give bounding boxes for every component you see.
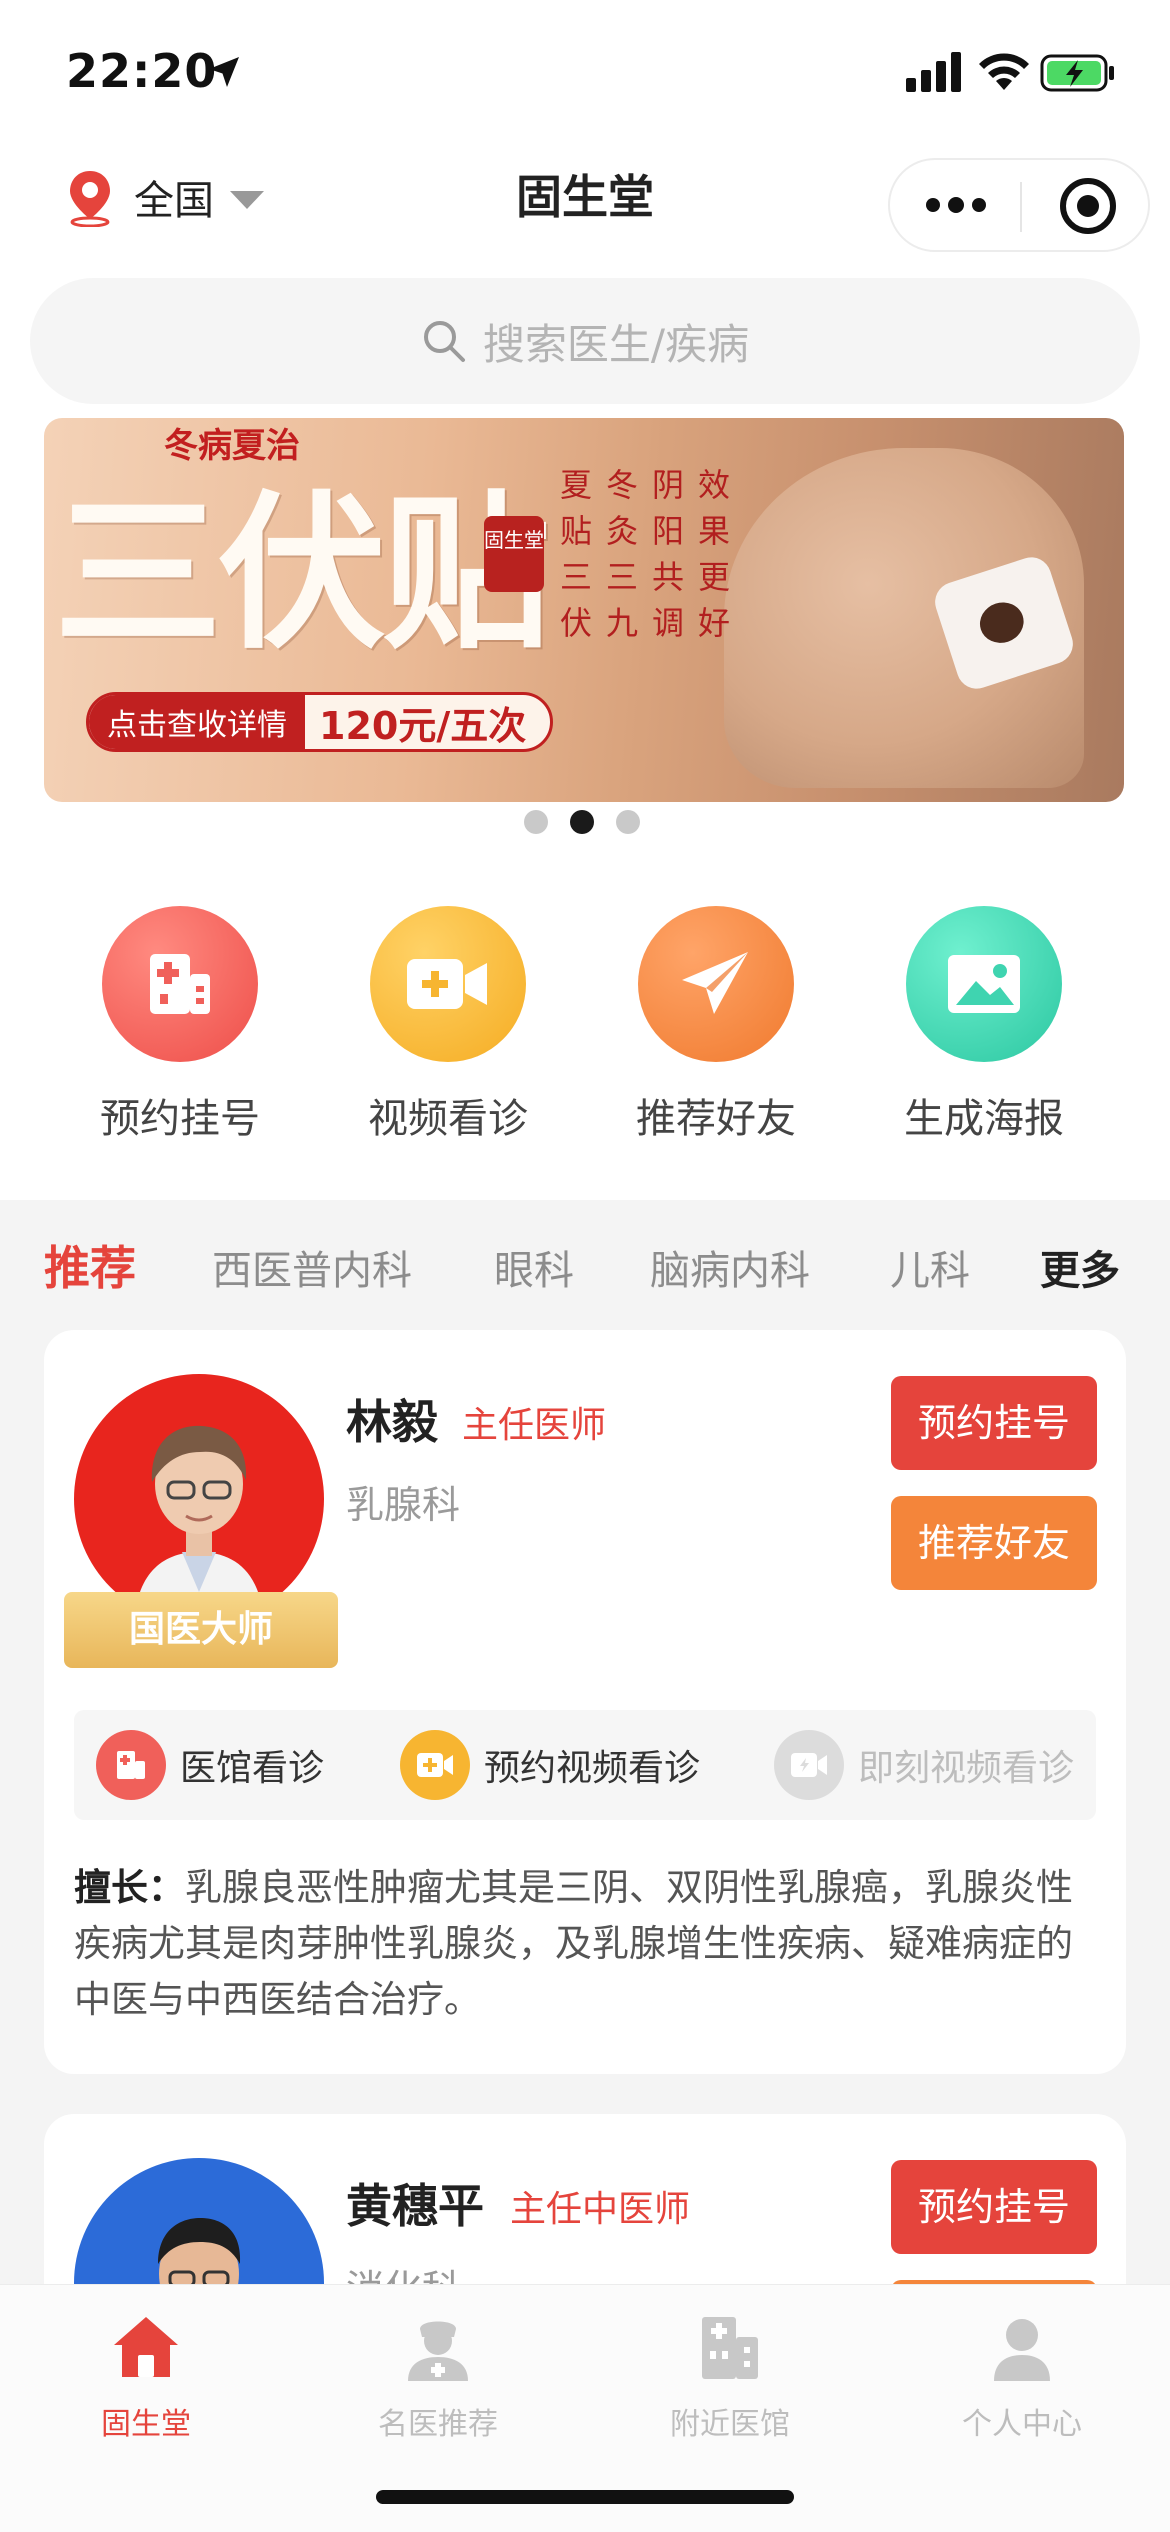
- home-icon: [114, 2317, 178, 2377]
- carousel-indicator: [524, 810, 640, 834]
- service-label: 即刻视频看诊: [858, 1748, 1075, 1789]
- doctor-card[interactable]: 国医大师 林毅 主任医师 乳腺科 预约挂号 推荐好友 医馆看诊 预约视频看诊 即…: [44, 1330, 1126, 2074]
- tabbar-label: 个人中心: [962, 2407, 1082, 2442]
- banner-price-pill[interactable]: 点击查收详情 120元/五次: [86, 692, 554, 752]
- service-label: 医馆看诊: [180, 1748, 325, 1789]
- image-icon: [906, 906, 1062, 1062]
- banner-column: 夏贴三伏: [560, 466, 593, 642]
- quick-action-poster[interactable]: 生成海报: [874, 906, 1094, 1144]
- banner-columns: 夏贴三伏 冬灸三九 阴阳共调 效果更好: [560, 462, 730, 646]
- tabbar-label: 固生堂: [101, 2407, 191, 2442]
- tabbar-label: 名医推荐: [378, 2407, 498, 2442]
- tab-more[interactable]: 更多: [1040, 1238, 1120, 1296]
- doctor-expertise: 擅长：乳腺良恶性肿瘤尤其是三阴、双阴性乳腺癌，乳腺炎性疾病尤其是肉芽肿性乳腺炎，…: [74, 1860, 1098, 2028]
- tabbar-item-doctors[interactable]: 名医推荐: [338, 2311, 538, 2443]
- master-badge: 国医大师: [64, 1592, 338, 1668]
- tab-neurology[interactable]: 脑病内科: [650, 1238, 810, 1296]
- doctor-title: 主任医师: [462, 1405, 607, 1446]
- status-time: 22:20: [66, 44, 218, 98]
- location-arrow-icon: [209, 57, 239, 87]
- carousel-dot[interactable]: [524, 810, 548, 834]
- tab-internal-medicine[interactable]: 西医普内科: [212, 1238, 412, 1296]
- quick-action-video[interactable]: 视频看诊: [338, 906, 558, 1144]
- navbar: 全国 固生堂: [0, 140, 1170, 270]
- avatar: [74, 1374, 324, 1624]
- home-indicator: [376, 2490, 794, 2504]
- doctor-portrait: [134, 1425, 264, 1624]
- category-tabs: 推荐 西医普内科 眼科 脑病内科 儿科 更多: [0, 1200, 1170, 1330]
- quick-actions: 预约挂号 视频看诊 推荐好友 生成海报: [0, 906, 1170, 1166]
- building-icon: [702, 2317, 758, 2379]
- carousel-dot-active[interactable]: [570, 810, 594, 834]
- mini-program-capsule: [888, 158, 1150, 252]
- video-icon: [370, 906, 526, 1062]
- paper-plane-icon: [638, 906, 794, 1062]
- book-appointment-button[interactable]: 预约挂号: [891, 2160, 1097, 2254]
- banner-seal: 固生堂: [484, 516, 544, 592]
- doctor-title: 主任中医师: [510, 2189, 691, 2230]
- video-icon: [774, 1730, 844, 1800]
- tabbar-label: 附近医馆: [670, 2407, 790, 2442]
- banner-price-label: 120元/五次: [319, 703, 527, 748]
- banner-column: 效果更好: [698, 466, 731, 642]
- more-icon[interactable]: [926, 197, 986, 213]
- promo-banner[interactable]: 冬病夏治 三伏贴 固生堂 夏贴三伏 冬灸三九 阴阳共调 效果更好 点击查收详情 …: [44, 418, 1124, 802]
- quick-action-label: 预约挂号: [100, 1096, 260, 1142]
- doctor-department: 乳腺科: [346, 1483, 461, 1527]
- quick-action-label: 生成海报: [904, 1096, 1064, 1142]
- hospital-icon: [96, 1730, 166, 1800]
- tab-recommend[interactable]: 推荐: [44, 1232, 136, 1298]
- banner-cta-label: 点击查收详情: [89, 695, 305, 749]
- recommend-friend-button[interactable]: 推荐好友: [891, 1496, 1097, 1590]
- book-appointment-button[interactable]: 预约挂号: [891, 1376, 1097, 1470]
- banner-column: 阴阳共调: [652, 466, 685, 642]
- service-options: 医馆看诊 预约视频看诊 即刻视频看诊: [74, 1710, 1096, 1820]
- wifi-icon: [979, 53, 1029, 90]
- tab-pediatrics[interactable]: 儿科: [890, 1238, 970, 1296]
- service-scheduled-video[interactable]: 预约视频看诊: [400, 1730, 700, 1800]
- close-target-icon[interactable]: [1060, 178, 1116, 234]
- hospital-icon: [102, 906, 258, 1062]
- search-input[interactable]: 搜索医生/疾病: [30, 278, 1140, 404]
- service-instant-video[interactable]: 即刻视频看诊: [774, 1730, 1074, 1800]
- search-icon: [423, 321, 465, 362]
- quick-action-book[interactable]: 预约挂号: [70, 906, 290, 1144]
- capsule-divider: [1020, 182, 1022, 232]
- search-placeholder: 搜索医生/疾病: [482, 319, 750, 369]
- quick-action-label: 推荐好友: [636, 1096, 796, 1142]
- doctor-name: 黄穗平: [346, 2179, 484, 2233]
- status-bar: 22:20: [0, 0, 1170, 140]
- quick-action-recommend[interactable]: 推荐好友: [606, 906, 826, 1144]
- signal-icon: [906, 52, 961, 92]
- tabbar-item-nearby[interactable]: 附近医馆: [630, 2311, 830, 2443]
- video-icon: [400, 1730, 470, 1800]
- carousel-dot[interactable]: [616, 810, 640, 834]
- expertise-label: 擅长：: [74, 1866, 185, 1909]
- doctor-icon: [408, 2321, 468, 2381]
- battery-charging-icon: [1040, 54, 1114, 92]
- banner-column: 冬灸三九: [606, 466, 639, 642]
- tabbar-item-profile[interactable]: 个人中心: [922, 2311, 1122, 2443]
- service-clinic-visit[interactable]: 医馆看诊: [96, 1730, 324, 1800]
- quick-action-label: 视频看诊: [368, 1096, 528, 1142]
- user-icon: [994, 2319, 1050, 2381]
- tabbar-item-home[interactable]: 固生堂: [46, 2311, 246, 2443]
- service-label: 预约视频看诊: [484, 1748, 701, 1789]
- doctor-name: 林毅: [346, 1395, 438, 1449]
- tab-ophthalmology[interactable]: 眼科: [494, 1238, 574, 1296]
- banner-main-text: 三伏贴: [54, 474, 550, 672]
- expertise-text: 乳腺良恶性肿瘤尤其是三阴、双阴性乳腺癌，乳腺炎性疾病尤其是肉芽肿性乳腺炎，及乳腺…: [74, 1866, 1073, 2021]
